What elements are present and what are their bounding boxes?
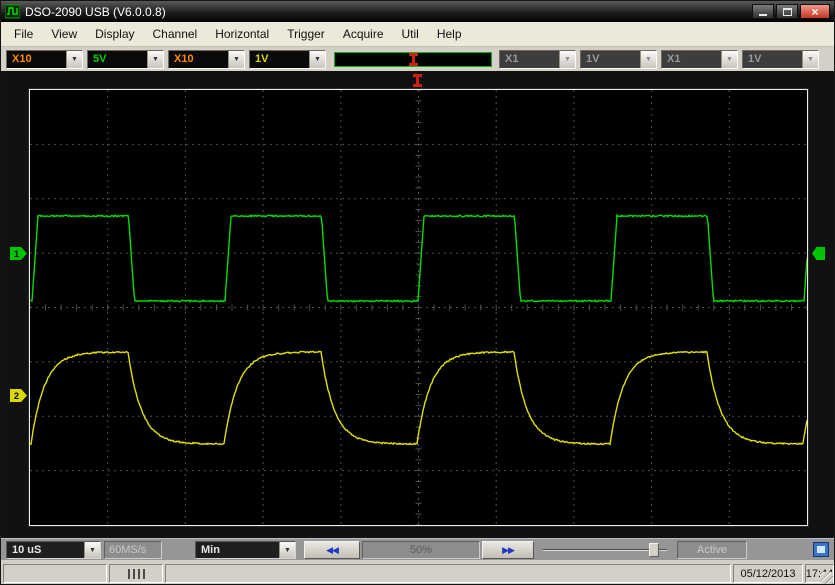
buffer-scroll-slider[interactable]	[541, 541, 669, 559]
ch1-marker[interactable]: 1	[10, 247, 27, 260]
maximize-icon	[783, 8, 792, 16]
menu-file[interactable]: File	[5, 23, 42, 45]
double-right-arrow-icon: ▶▶	[502, 546, 514, 555]
status-panel-main	[165, 564, 731, 583]
scroll-right-button[interactable]: ▶▶	[482, 541, 534, 559]
menu-trigger[interactable]: Trigger	[278, 23, 334, 45]
menu-util[interactable]: Util	[393, 23, 428, 45]
scope-area: 1 2	[1, 71, 834, 538]
menu-channel[interactable]: Channel	[144, 23, 207, 45]
chevron-down-icon[interactable]: ▼	[309, 51, 325, 68]
ch1-marker-label: 1	[14, 249, 19, 259]
ch3-attenuation-select: X1 ▼	[499, 50, 576, 69]
slider-thumb[interactable]	[649, 543, 659, 557]
menu-bar: File View Display Channel Horizontal Tri…	[1, 22, 834, 47]
ch2-voltdiv-select[interactable]: 1V ▼	[249, 50, 326, 69]
chevron-down-icon: ▼	[559, 51, 575, 68]
scroll-left-button[interactable]: ◀◀	[304, 541, 360, 559]
status-panel-activity	[109, 564, 163, 583]
status-panel-left	[3, 564, 107, 583]
window-title: DSO-2090 USB (V6.0.0.8)	[25, 5, 752, 19]
scope-display	[29, 89, 808, 526]
date-label: 05/12/2013	[733, 564, 803, 583]
chevron-down-icon: ▼	[640, 51, 656, 68]
status-bar: 05/12/2013 17:44	[1, 560, 834, 585]
title-bar: DSO-2090 USB (V6.0.0.8) ×	[1, 1, 834, 22]
chevron-down-icon[interactable]: ▼	[66, 51, 82, 68]
chevron-down-icon[interactable]: ▼	[147, 51, 163, 68]
samplerate-label: 60MS/s	[104, 541, 162, 559]
menu-acquire[interactable]: Acquire	[334, 23, 393, 45]
waveform-canvas	[30, 90, 807, 525]
ch2-marker[interactable]: 2	[10, 389, 27, 402]
chevron-down-icon: ▼	[802, 51, 818, 68]
chevron-down-icon[interactable]: ▼	[279, 542, 295, 558]
active-status-label: Active	[677, 541, 747, 559]
ch3-voltdiv-select: 1V ▼	[580, 50, 657, 69]
ch1-voltdiv-select[interactable]: 5V ▼	[87, 50, 164, 69]
trigger-position-thumb[interactable]	[412, 53, 415, 66]
timebase-select[interactable]: 10 uS ▼	[6, 541, 101, 559]
menu-view[interactable]: View	[42, 23, 86, 45]
screen-panel-icon[interactable]	[813, 542, 829, 557]
close-icon: ×	[811, 5, 818, 19]
minimize-button[interactable]	[752, 4, 774, 19]
acquisition-mode-select[interactable]: Min ▼	[195, 541, 296, 559]
ch2-attenuation-select[interactable]: X10 ▼	[168, 50, 245, 69]
horizontal-position-slider[interactable]	[334, 52, 492, 67]
menu-horizontal[interactable]: Horizontal	[206, 23, 278, 45]
maximize-button[interactable]	[776, 4, 798, 19]
ch1-attenuation-select[interactable]: X10 ▼	[6, 50, 83, 69]
app-window: DSO-2090 USB (V6.0.0.8) × File View Disp…	[0, 0, 835, 585]
close-button[interactable]: ×	[800, 4, 830, 19]
trigger-position-marker[interactable]	[416, 74, 419, 87]
ch4-voltdiv-select: 1V ▼	[742, 50, 819, 69]
minimize-icon	[759, 14, 767, 16]
ch2-marker-label: 2	[14, 391, 19, 401]
app-icon	[5, 4, 20, 19]
bottom-toolbar: 10 uS ▼ 60MS/s Min ▼ ◀◀ 50% ▶▶ Active	[1, 538, 834, 560]
ch4-attenuation-select: X1 ▼	[661, 50, 738, 69]
main-toolbar: X10 ▼ 5V ▼ X10 ▼ 1V ▼ X1 ▼ 1V ▼ X1 ▼	[1, 47, 834, 71]
chevron-down-icon[interactable]: ▼	[228, 51, 244, 68]
buffer-position-label: 50%	[362, 541, 480, 559]
chevron-down-icon[interactable]: ▼	[84, 542, 100, 558]
double-left-arrow-icon: ◀◀	[326, 546, 338, 555]
chevron-down-icon: ▼	[721, 51, 737, 68]
trigger-level-marker[interactable]	[812, 247, 825, 260]
resize-grip[interactable]	[820, 572, 833, 585]
menu-display[interactable]: Display	[86, 23, 143, 45]
signal-bars-icon	[128, 569, 145, 579]
menu-help[interactable]: Help	[428, 23, 471, 45]
